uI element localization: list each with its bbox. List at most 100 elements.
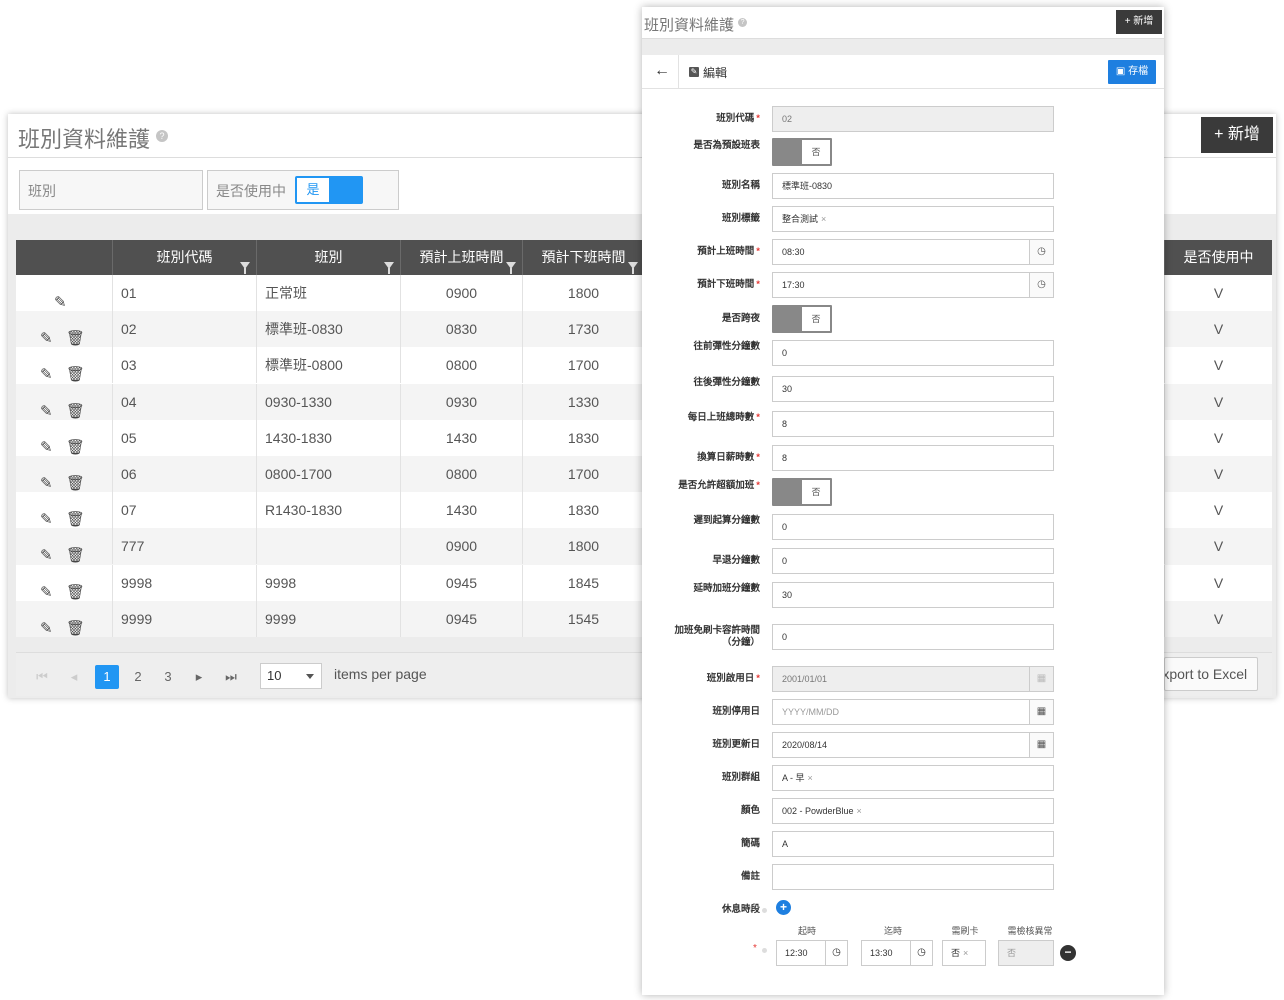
remove-tag-icon[interactable]: × <box>857 806 862 816</box>
remove-break-icon[interactable]: − <box>1060 945 1076 961</box>
in-use-toggle[interactable]: 是 <box>295 176 363 204</box>
text-input[interactable]: 0 <box>772 548 1054 574</box>
tag-input[interactable]: 整合測試 × <box>772 206 1054 232</box>
cell-start: 1430 <box>400 419 522 456</box>
field-toggle[interactable]: 否 <box>772 305 832 333</box>
trash-icon[interactable]: 🗑 <box>66 611 85 647</box>
help-icon[interactable]: ? <box>738 18 748 27</box>
text-input[interactable]: 8 <box>772 445 1054 471</box>
shift-filter-input[interactable]: 班別 <box>19 170 203 210</box>
field-label: 簡碼 <box>740 838 760 849</box>
first-page-icon[interactable]: ⏮ <box>30 665 54 689</box>
page-1-button[interactable]: 1 <box>95 665 119 689</box>
form-row: 班別停用日 YYYY/MM/DD ▦ <box>642 699 1164 725</box>
remove-tag-icon[interactable]: × <box>821 214 826 224</box>
required-marker: * <box>756 673 760 684</box>
field-toggle[interactable]: 否 <box>772 478 832 506</box>
text-input[interactable]: A <box>772 831 1054 857</box>
cell-end: 1730 <box>522 311 644 348</box>
text-input[interactable]: 0 <box>772 624 1054 650</box>
clock-icon[interactable]: ◷ <box>825 941 847 965</box>
field-label: 延時加班分鐘數 <box>693 583 760 594</box>
field-label: 預計下班時間 * <box>697 279 760 290</box>
calendar-icon: ▦ <box>1029 667 1053 691</box>
toggle-knob: 是 <box>297 178 329 202</box>
filter-icon[interactable] <box>384 262 394 274</box>
back-arrow-icon[interactable]: ← <box>654 62 670 80</box>
date-input[interactable]: YYYY/MM/DD ▦ <box>772 699 1054 725</box>
tag-input[interactable]: 002 - PowderBlue × <box>772 798 1054 824</box>
column-end[interactable]: 預計下班時間 <box>522 240 644 275</box>
cell-end: 1700 <box>522 456 644 492</box>
cell-end: 1830 <box>522 492 644 529</box>
calendar-icon[interactable]: ▦ <box>1029 700 1053 724</box>
export-excel-button[interactable]: Export to Excel <box>1164 657 1258 691</box>
filter-icon[interactable] <box>628 262 638 274</box>
required-marker: * <box>756 246 760 257</box>
field-label: 往後彈性分鐘數 <box>693 377 760 388</box>
field-toggle[interactable]: 否 <box>772 138 832 166</box>
last-page-icon[interactable]: ⏭ <box>219 665 243 689</box>
time-input[interactable]: 17:30 ◷ <box>772 272 1054 298</box>
page-2-button[interactable]: 2 <box>126 665 150 689</box>
form-row: 換算日薪時數 * 8 <box>642 445 1164 471</box>
filter-icon[interactable] <box>506 262 516 274</box>
break-start-input[interactable]: 12:30 ◷ <box>776 940 848 966</box>
date-input[interactable]: 2020/08/14 ▦ <box>772 732 1054 758</box>
column-name[interactable]: 班別 <box>256 240 400 275</box>
cell-start: 0945 <box>400 600 522 637</box>
save-button[interactable]: ▣ 存檔 <box>1108 60 1156 84</box>
field-label: 換算日薪時數 * <box>697 452 760 463</box>
time-input[interactable]: 08:30 ◷ <box>772 239 1054 265</box>
remove-tag-icon[interactable]: × <box>808 773 813 783</box>
form-row: 顏色 002 - PowderBlue × <box>642 798 1164 824</box>
need-card-select[interactable]: 否 × <box>942 940 986 966</box>
cell-start: 0945 <box>400 564 522 601</box>
form-row: 遲到起算分鐘數 0 <box>642 514 1164 540</box>
edit-pencil-icon[interactable]: ✎ <box>40 611 53 647</box>
cell-end: 1830 <box>522 419 644 456</box>
field-label: 休息時段 <box>721 904 760 915</box>
text-input[interactable]: 8 <box>772 411 1054 437</box>
cell-name: 1430-1830 <box>256 419 400 456</box>
required-marker: * <box>753 943 757 954</box>
per-page-select[interactable]: 10 <box>260 663 322 689</box>
field-label: 班別名稱 <box>721 180 760 191</box>
clock-icon[interactable]: ◷ <box>1029 273 1053 297</box>
in-use-filter: 是否使用中 是 <box>207 170 399 210</box>
prev-page-icon[interactable]: ◂ <box>62 665 86 689</box>
form-row: 班別名稱 標準班-0830 <box>642 173 1164 199</box>
text-input: 02 <box>772 106 1054 132</box>
column-in-use[interactable]: 是否使用中 <box>1164 240 1272 275</box>
row-actions: ✎ 🗑 <box>16 528 112 564</box>
cell-code: 06 <box>112 456 256 492</box>
text-input[interactable]: 標準班-0830 <box>772 173 1054 199</box>
column-start[interactable]: 預計上班時間 <box>400 240 522 275</box>
text-input[interactable]: 30 <box>772 376 1054 402</box>
add-break-icon[interactable]: + <box>776 900 791 915</box>
cell-end: 1800 <box>522 275 644 311</box>
text-input[interactable]: 0 <box>772 514 1054 540</box>
page-3-button[interactable]: 3 <box>156 665 180 689</box>
calendar-icon[interactable]: ▦ <box>1029 733 1053 757</box>
add-button[interactable]: + 新增 <box>1116 10 1162 34</box>
clock-icon[interactable]: ◷ <box>1029 240 1053 264</box>
help-icon[interactable]: ? <box>156 129 169 142</box>
column-code[interactable]: 班別代碼 <box>112 240 256 275</box>
break-header-end: 迄時 <box>883 926 902 936</box>
clock-icon[interactable]: ◷ <box>910 941 932 965</box>
text-input[interactable]: 0 <box>772 340 1054 366</box>
break-end-input[interactable]: 13:30 ◷ <box>861 940 933 966</box>
form-row: 休息時段 + <box>642 897 1164 923</box>
text-input[interactable]: 30 <box>772 582 1054 608</box>
add-button[interactable]: + 新增 <box>1201 117 1273 153</box>
filter-icon[interactable] <box>240 262 250 274</box>
text-input[interactable] <box>772 864 1054 890</box>
remove-tag-icon[interactable]: × <box>963 948 968 958</box>
next-page-icon[interactable]: ▸ <box>187 665 211 689</box>
form-row: 延時加班分鐘數 30 <box>642 582 1164 608</box>
tag-input[interactable]: A - 早 × <box>772 765 1054 791</box>
field-label: 班別標籤 <box>721 213 760 224</box>
edit-window-header: 班別資料維護? + 新增 <box>642 7 1164 39</box>
cell-in-use: V <box>1164 347 1272 384</box>
